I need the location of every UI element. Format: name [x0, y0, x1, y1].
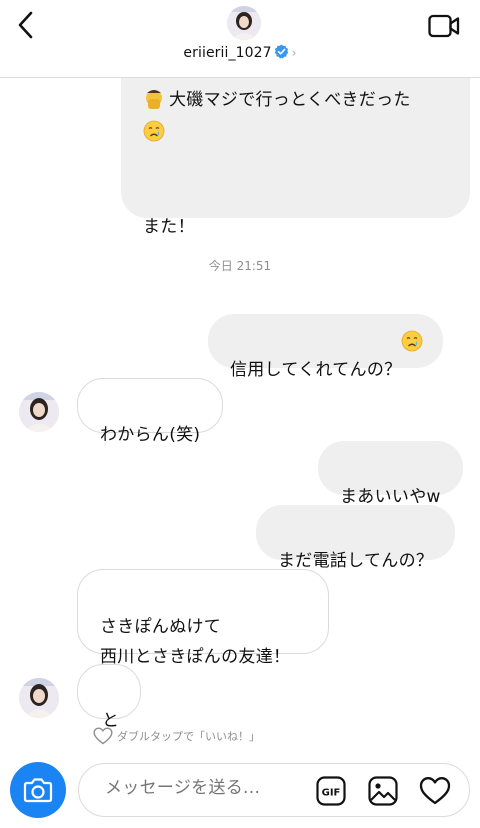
- like-button[interactable]: [419, 776, 451, 806]
- avatar-photo-icon: [227, 6, 261, 40]
- gif-label: GIF: [322, 788, 341, 799]
- sender-avatar[interactable]: [19, 678, 59, 718]
- sender-avatar[interactable]: [19, 392, 59, 432]
- camera-button[interactable]: [10, 762, 66, 818]
- message-composer: GIF: [78, 763, 470, 817]
- gallery-button[interactable]: [368, 776, 398, 806]
- gif-button[interactable]: GIF: [316, 776, 346, 806]
- header-avatar[interactable]: [227, 6, 261, 40]
- verified-badge-icon: [274, 44, 288, 59]
- back-chevron-icon[interactable]: [14, 10, 40, 40]
- message-input[interactable]: [105, 778, 295, 798]
- message-bubble-outgoing[interactable]: まだ電話してんの？: [256, 505, 456, 571]
- message-bubble-outgoing[interactable]: 信用してくれてんの？: [208, 314, 444, 380]
- crying-face-emoji: [143, 120, 165, 142]
- message-bubble-incoming[interactable]: わからん(笑): [77, 378, 224, 445]
- like-hint-text: ダブルタップで「いいね！」: [117, 730, 260, 743]
- message-line: 大磯マジで行っとくべきだった: [143, 85, 411, 115]
- camera-icon: [23, 778, 53, 803]
- video-call-icon[interactable]: [428, 13, 460, 39]
- chat-header: eriierii_1027 ›: [0, 0, 480, 78]
- heart-outline-icon: [93, 727, 113, 745]
- username: eriierii_1027: [183, 45, 272, 61]
- avatar-photo-icon: [19, 392, 59, 432]
- heart-icon: [419, 777, 451, 805]
- crying-face-emoji: [402, 330, 423, 352]
- message-line: また！: [143, 217, 195, 237]
- username-row[interactable]: eriierii_1027 ›: [0, 44, 480, 61]
- thread-timestamp: 今日 21:51: [208, 259, 272, 273]
- message-bubble-incoming[interactable]: さきぽんぬけて 西川とさきぽんの友達！: [77, 569, 329, 667]
- gif-icon: GIF: [316, 776, 346, 806]
- double-tap-like-hint[interactable]: ダブルタップで「いいね！」: [93, 726, 260, 746]
- message-bubble-outgoing[interactable]: まあいいやw: [318, 441, 463, 507]
- avatar-photo-icon: [19, 678, 59, 718]
- face-palm-emoji: [146, 90, 162, 109]
- chevron-right-icon: ›: [291, 46, 297, 60]
- image-icon: [368, 776, 398, 806]
- message-bubble-incoming[interactable]: と: [77, 664, 141, 731]
